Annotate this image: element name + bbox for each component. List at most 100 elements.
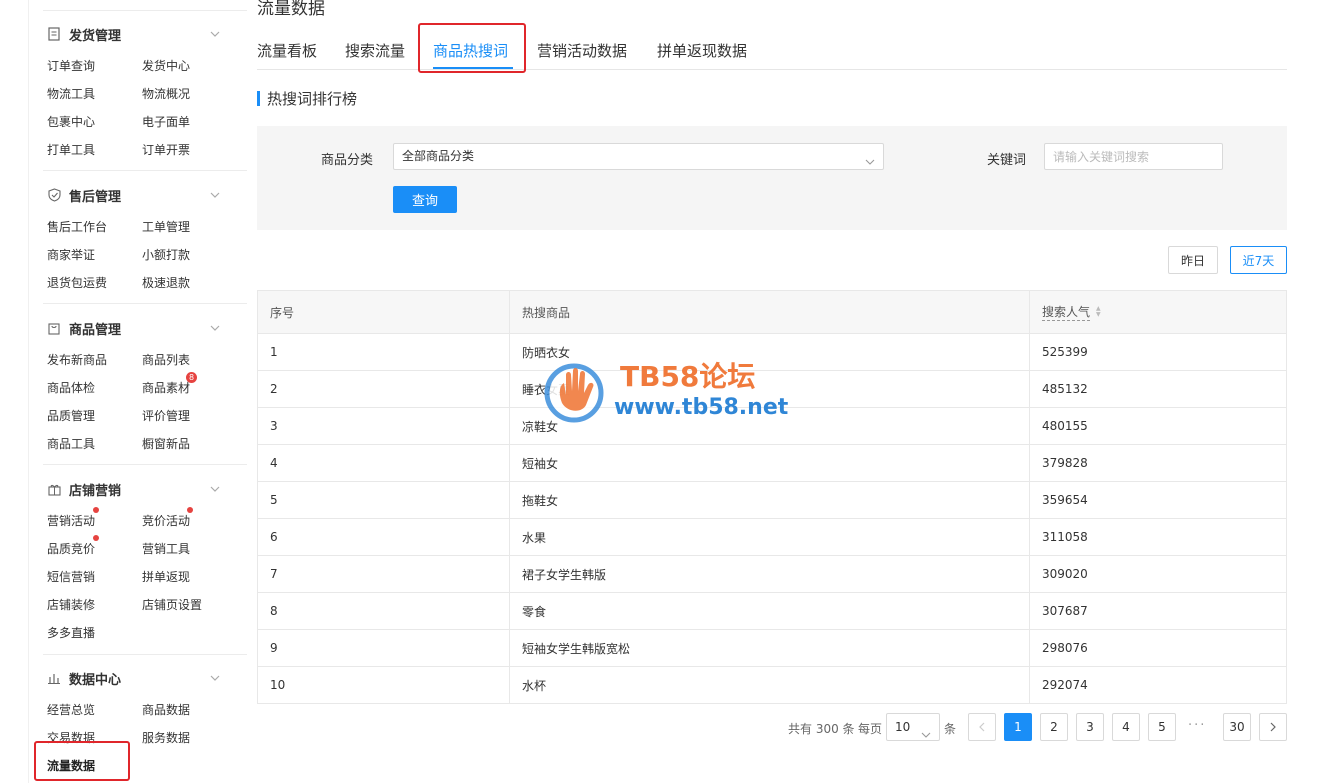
section-accent-bar: [257, 91, 260, 106]
sidebar-item-bidding-activity[interactable]: 竞价活动: [142, 512, 190, 529]
sidebar-item-ticket-manage[interactable]: 工单管理: [142, 218, 190, 235]
sidebar-item-fast-refund[interactable]: 极速退款: [142, 274, 190, 291]
notification-badge: 8: [186, 372, 197, 383]
sidebar-item-store-page-settings[interactable]: 店铺页设置: [142, 596, 202, 613]
cell-popularity: 359654: [1029, 482, 1288, 518]
sidebar-item-sms-marketing[interactable]: 短信营销: [47, 568, 95, 585]
chevron-down-icon[interactable]: [209, 28, 221, 40]
sidebar-item-shipping-center[interactable]: 发货中心: [142, 57, 190, 74]
sidebar-item-store-decoration[interactable]: 店铺装修: [47, 596, 95, 613]
sidebar-item-service-data[interactable]: 服务数据: [142, 729, 190, 746]
sidebar-item-order-query[interactable]: 订单查询: [47, 57, 95, 74]
hot-words-table: 序号 热搜商品 搜索人气 ▲ ▼ 1 防晒衣女 525399 2 睡衣女夏 485132 3 凉…: [257, 290, 1287, 704]
sidebar-item-logistics-tools[interactable]: 物流工具: [47, 85, 95, 102]
sidebar-item-small-payment[interactable]: 小额打款: [142, 246, 190, 263]
page-title: 流量数据: [257, 0, 325, 19]
sidebar-item-after-sales-desk[interactable]: 售后工作台: [47, 218, 107, 235]
chevron-down-icon[interactable]: [209, 672, 221, 684]
sidebar-item-quality-manage[interactable]: 品质管理: [47, 407, 95, 424]
page-button-5[interactable]: 5: [1148, 713, 1176, 741]
cell-product: 防晒衣女: [509, 334, 1029, 370]
sidebar-item-product-data[interactable]: 商品数据: [142, 701, 190, 718]
table-row: 4 短袖女 379828: [258, 445, 1286, 482]
sidebar-item-product-materials[interactable]: 商品素材: [142, 379, 190, 396]
chevron-down-icon: [921, 723, 931, 738]
column-header-popularity[interactable]: 搜索人气 ▲ ▼: [1029, 291, 1288, 333]
chevron-right-icon: [1270, 722, 1276, 732]
sidebar-section-shipping[interactable]: 发货管理: [47, 24, 121, 44]
tab-traffic-board[interactable]: 流量看板: [257, 40, 317, 61]
page-button-2[interactable]: 2: [1040, 713, 1068, 741]
tab-marketing-activity-data[interactable]: 营销活动数据: [537, 40, 627, 61]
yesterday-button[interactable]: 昨日: [1168, 246, 1218, 274]
chevron-down-icon[interactable]: [209, 322, 221, 334]
cell-popularity: 485132: [1029, 371, 1288, 407]
bar-chart-icon: [47, 671, 61, 685]
sidebar-item-product-checkup[interactable]: 商品体检: [47, 379, 95, 396]
sidebar-section-data-center[interactable]: 数据中心: [47, 668, 121, 688]
sidebar-item-marketing-tools[interactable]: 营销工具: [142, 540, 190, 557]
last-7-days-button[interactable]: 近7天: [1230, 246, 1287, 274]
cell-product: 睡衣女夏: [509, 371, 1029, 407]
sidebar-item-product-list[interactable]: 商品列表: [142, 351, 190, 368]
next-page-button[interactable]: [1259, 713, 1287, 741]
cell-rank: 8: [270, 604, 278, 618]
sidebar-item-return-shipping[interactable]: 退货包运费: [47, 274, 107, 291]
sidebar-section-title: 发货管理: [69, 28, 122, 44]
highlight-box: [34, 741, 130, 781]
sidebar-item-parcel-center[interactable]: 包裹中心: [47, 113, 95, 130]
sidebar-item-marketing-activity[interactable]: 营销活动: [47, 512, 95, 529]
sidebar-item-print-tool[interactable]: 打单工具: [47, 141, 95, 158]
sidebar-item-live-stream[interactable]: 多多直播: [47, 624, 95, 641]
sidebar-item-e-waybill[interactable]: 电子面单: [142, 113, 190, 130]
tab-search-traffic[interactable]: 搜索流量: [345, 40, 405, 61]
prev-page-button[interactable]: [968, 713, 996, 741]
gift-icon: [47, 482, 61, 496]
sidebar-item-window-new[interactable]: 橱窗新品: [142, 435, 190, 452]
chevron-down-icon[interactable]: [209, 483, 221, 495]
sidebar-section-marketing[interactable]: 店铺营销: [47, 479, 121, 499]
sidebar-item-order-invoice[interactable]: 订单开票: [142, 141, 190, 158]
table-header: 序号 热搜商品 搜索人气 ▲ ▼: [258, 291, 1286, 334]
cell-rank: 1: [270, 345, 278, 359]
sidebar-section-after-sales[interactable]: 售后管理: [47, 185, 121, 205]
notification-dot: [93, 535, 99, 541]
page-button-last[interactable]: 30: [1223, 713, 1251, 741]
sidebar-item-group-cashback[interactable]: 拼单返现: [142, 568, 190, 585]
query-button[interactable]: 查询: [393, 186, 457, 213]
page-size-select[interactable]: 10: [886, 713, 940, 741]
section-title-text: 热搜词排行榜: [267, 90, 358, 108]
tab-group-cashback-data[interactable]: 拼单返现数据: [657, 40, 747, 61]
sidebar-divider: [43, 464, 247, 465]
sidebar-item-business-overview[interactable]: 经营总览: [47, 701, 95, 718]
sidebar-item-quality-bidding[interactable]: 品质竞价: [47, 540, 95, 557]
sidebar-section-products[interactable]: 商品管理: [47, 318, 121, 338]
sidebar-divider: [43, 654, 247, 655]
category-label: 商品分类: [321, 153, 374, 168]
sidebar-item-review-manage[interactable]: 评价管理: [142, 407, 190, 424]
cell-rank: 2: [270, 382, 278, 396]
sidebar: 发货管理 订单查询 发货中心 物流工具 物流概况 包裹中心 电子面单 打单工具 …: [28, 0, 247, 783]
document-icon: [47, 27, 61, 41]
cell-rank: 4: [270, 456, 278, 470]
page-button-3[interactable]: 3: [1076, 713, 1104, 741]
page-button-1[interactable]: 1: [1004, 713, 1032, 741]
keyword-input[interactable]: [1044, 143, 1223, 170]
sidebar-item-publish-product[interactable]: 发布新商品: [47, 351, 107, 368]
sidebar-item-product-tools[interactable]: 商品工具: [47, 435, 95, 452]
cell-popularity: 379828: [1029, 445, 1288, 481]
category-select[interactable]: 全部商品分类: [393, 143, 884, 170]
sidebar-item-merchant-evidence[interactable]: 商家举证: [47, 246, 95, 263]
notification-dot: [93, 507, 99, 513]
keyword-label: 关键词: [987, 153, 1027, 168]
cell-popularity: 311058: [1029, 519, 1288, 555]
column-header-product: 热搜商品: [509, 291, 1029, 333]
page-button-4[interactable]: 4: [1112, 713, 1140, 741]
sidebar-item-logistics-overview[interactable]: 物流概况: [142, 85, 190, 102]
cell-product: 短袖女学生韩版宽松: [509, 630, 1029, 666]
chevron-down-icon[interactable]: [209, 189, 221, 201]
table-row: 2 睡衣女夏 485132: [258, 371, 1286, 408]
sort-icon[interactable]: ▲ ▼: [1096, 306, 1101, 318]
shield-check-icon: [47, 188, 61, 202]
table-row: 9 短袖女学生韩版宽松 298076: [258, 630, 1286, 667]
